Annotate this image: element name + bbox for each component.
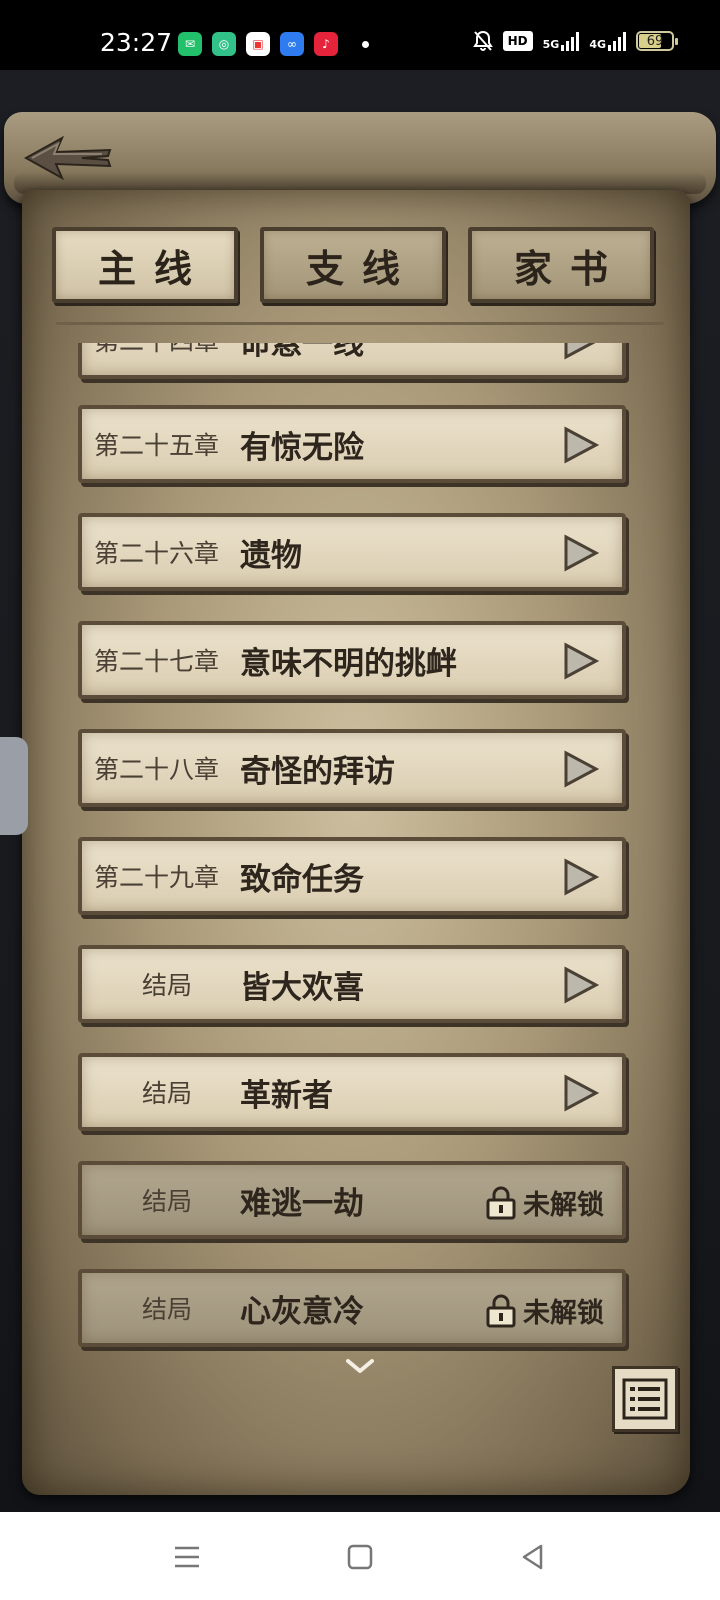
chapter-item[interactable]: 第二十七章 意味不明的挑衅: [78, 621, 626, 699]
locked-badge: 未解锁: [485, 1183, 604, 1222]
status-right: HD 5G 4G 69: [472, 30, 678, 52]
vpn-icon: ◎: [212, 32, 236, 56]
signal-5g: 5G: [543, 31, 580, 51]
chapter-item[interactable]: 结局 皆大欢喜: [78, 945, 626, 1023]
more-notifications-dot: [362, 41, 369, 48]
tab-letters[interactable]: 家书: [468, 227, 654, 303]
battery-level: 69: [646, 33, 664, 49]
play-icon: [564, 343, 596, 360]
back-arrow-button[interactable]: [22, 132, 114, 184]
mute-bell-icon: [472, 30, 493, 51]
play-icon: [564, 750, 600, 788]
game-center-icon: ▣: [246, 32, 270, 56]
system-nav-bar: [0, 1512, 720, 1600]
chapter-item[interactable]: 第二十五章 有惊无险: [78, 405, 626, 483]
play-icon: [564, 534, 600, 572]
chapter-list[interactable]: 第二十四章 命悬一线 第二十五章 有惊无险 第二十六章 遗物 第二十七章 意味不…: [60, 343, 660, 1363]
signal-bars-icon: [608, 31, 626, 51]
chapter-item[interactable]: 第二十四章 命悬一线: [78, 343, 626, 379]
menu-list-button[interactable]: [612, 1366, 678, 1432]
chapter-item[interactable]: 第二十九章 致命任务: [78, 837, 626, 915]
wechat-work-icon: ✉: [178, 32, 202, 56]
game-screen: 主线 支线 家书 第二十四章 命悬一线 第二十五章 有惊无险 第二十六章 遗物 …: [0, 70, 720, 1512]
padlock-icon: [486, 1294, 516, 1327]
tab-divider: [56, 322, 664, 325]
chapter-item[interactable]: 第二十六章 遗物: [78, 513, 626, 591]
battery-icon: 69: [636, 31, 678, 51]
play-icon: [564, 1074, 600, 1112]
tab-main-story[interactable]: 主线: [52, 227, 238, 303]
netease-music-icon: ♪: [314, 32, 338, 56]
menu-nav-icon[interactable]: [170, 1540, 204, 1574]
signal-bars-icon: [561, 31, 580, 51]
chapter-item[interactable]: 第二十八章 奇怪的拜访: [78, 729, 626, 807]
side-drawer-handle[interactable]: [0, 737, 28, 835]
tab-side-story[interactable]: 支线: [260, 227, 446, 303]
home-nav-icon[interactable]: [343, 1540, 377, 1574]
signal-4g: 4G: [589, 31, 626, 51]
chapter-item-locked[interactable]: 结局 心灰意冷 未解锁: [78, 1269, 626, 1347]
padlock-icon: [486, 1186, 516, 1219]
list-menu-icon: [622, 1378, 668, 1420]
play-icon: [564, 426, 600, 464]
status-time: 23:27: [100, 28, 173, 57]
chevron-down-icon[interactable]: [342, 1353, 378, 1377]
tab-bar: 主线 支线 家书: [52, 227, 668, 303]
play-icon: [564, 642, 600, 680]
back-nav-icon[interactable]: [516, 1540, 550, 1574]
locked-badge: 未解锁: [485, 1291, 604, 1330]
chapter-item[interactable]: 结局 革新者: [78, 1053, 626, 1131]
status-bar: 23:27 ✉ ◎ ▣ ∞ ♪ HD 5G 4G 69: [0, 0, 720, 70]
play-icon: [564, 858, 600, 896]
hd-voice-icon: HD: [502, 31, 533, 51]
play-icon: [564, 966, 600, 1004]
infinity-app-icon: ∞: [280, 32, 304, 56]
chapter-item-locked[interactable]: 结局 难逃一劫 未解锁: [78, 1161, 626, 1239]
notification-icons: ✉ ◎ ▣ ∞ ♪: [178, 32, 369, 56]
